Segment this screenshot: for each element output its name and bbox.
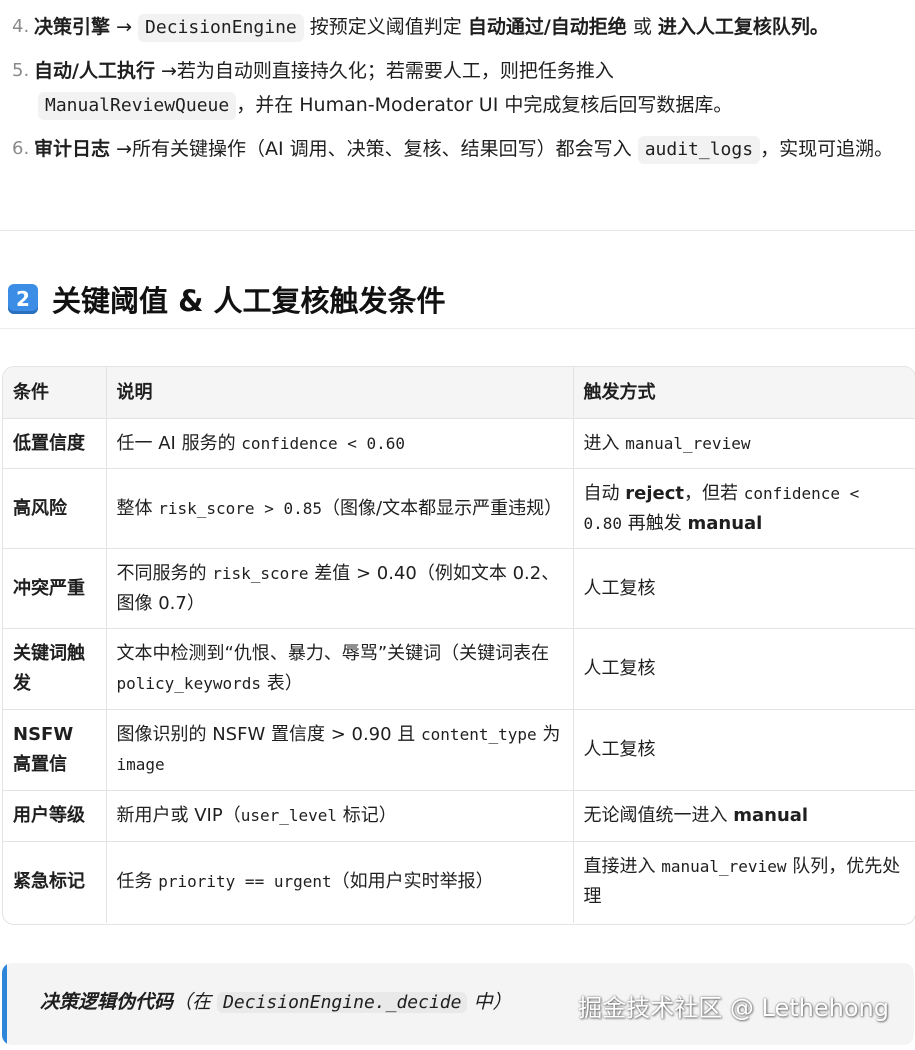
inline-code: risk_score > 0.85	[158, 498, 322, 518]
inline-code: ManualReviewQueue	[38, 92, 237, 120]
section-heading: 2 关键阈值 & 人工复核触发条件	[8, 278, 445, 320]
keycap-two-icon: 2	[8, 284, 38, 314]
cell-description: 任一 AI 服务的 confidence < 0.60	[106, 418, 574, 469]
step-text: 若为自动则直接持久化；若需要人工，则把任务推入	[176, 60, 614, 82]
cell-text: （如用户实时举报）	[331, 871, 494, 893]
step-bold: 进入人工复核队列。	[657, 16, 829, 38]
cell-text: 为	[536, 724, 561, 745]
cell-description: 整体 risk_score > 0.85（图像/文本都显示严重违规）	[106, 468, 574, 549]
cell-trigger: 直接进入 manual_review 队列，优先处理	[573, 842, 915, 923]
inline-code: image	[116, 755, 165, 774]
inline-code: DecisionEngine._decide	[217, 992, 468, 1013]
inline-code: policy_keywords	[116, 674, 262, 693]
column-header: 条件	[3, 367, 107, 419]
cell-text: 无论阈值统一进入	[583, 805, 734, 826]
section-title: 关键阈值 & 人工复核触发条件	[52, 284, 446, 318]
cell-text: 人工复核	[583, 658, 656, 679]
cell-condition: 冲突严重	[3, 548, 107, 629]
bold-text: reject	[625, 482, 684, 504]
callout-accent-bar	[2, 963, 7, 1045]
cell-text: 整体	[116, 497, 159, 519]
callout-bold: 决策逻辑伪代码	[40, 991, 174, 1013]
cell-text: 不同服务的	[116, 562, 213, 584]
inline-code: priority == urgent	[158, 872, 332, 892]
cell-text: 文本中检测到“仇恨、暴力、辱骂”关键词（关键词表在	[116, 643, 550, 664]
cell-condition: NSFW 高置信	[3, 709, 107, 791]
cell-text: 直接进入	[583, 856, 662, 878]
cell-text: 再触发	[622, 512, 688, 534]
cell-text: 任务	[116, 871, 159, 893]
arrow: →	[161, 60, 177, 82]
step-text: 按预定义阈值判定	[309, 16, 462, 38]
column-header: 说明	[106, 367, 574, 419]
inline-code: manual_review	[625, 433, 751, 453]
bold-text: manual	[687, 512, 763, 534]
cell-description: 新用户或 VIP（user_level 标记）	[106, 790, 574, 842]
threshold-table: 条件 说明 触发方式 低置信度 任一 AI 服务的 confidence < 0.…	[2, 366, 915, 925]
divider	[0, 328, 915, 329]
table-row: NSFW 高置信 图像识别的 NSFW 置信度 > 0.90 且 content_…	[3, 709, 915, 791]
inline-code: user_level	[240, 806, 338, 825]
step-title: 自动/人工执行	[34, 60, 155, 82]
table-row: 低置信度 任一 AI 服务的 confidence < 0.60 进入 manual…	[3, 418, 915, 469]
inline-code: manual_review	[661, 857, 787, 877]
step-text: 所有关键操作（AI 调用、决策、复核、结果回写）都会写入	[131, 138, 632, 160]
callout-text: 决策逻辑伪代码（在 DecisionEngine._decide 中）	[40, 985, 512, 1020]
step-title: 审计日志	[34, 138, 111, 160]
cell-text: （图像/文本都显示严重违规）	[322, 497, 563, 519]
step-text: ，并在 Human-Moderator UI 中完成复核后回写数据库。	[236, 94, 733, 116]
cell-text: 任一 AI 服务的	[116, 432, 242, 454]
step-text: ，实现可追溯。	[760, 138, 894, 160]
table-row: 紧急标记 任务 priority == urgent（如用户实时举报） 直接进入 m…	[3, 841, 915, 923]
cell-trigger: 人工复核	[573, 548, 915, 629]
cell-condition: 低置信度	[3, 418, 107, 469]
list-number: 5.	[12, 60, 30, 81]
cell-trigger: 无论阈值统一进入 manual	[573, 790, 915, 842]
cell-condition: 用户等级	[3, 790, 107, 842]
inline-code: risk_score	[212, 563, 309, 583]
inline-code: audit_logs	[637, 136, 761, 164]
callout-text-part: （在	[173, 991, 218, 1013]
inline-code: DecisionEngine	[138, 14, 304, 42]
cell-text: 新用户或 VIP（	[116, 805, 241, 826]
cell-condition: 关键词触发	[3, 628, 107, 710]
step-title: 决策引擎	[34, 16, 111, 38]
cell-trigger: 人工复核	[573, 628, 915, 710]
table-row: 关键词触发 文本中检测到“仇恨、暴力、辱骂”关键词（关键词表在 policy_ke…	[3, 628, 915, 710]
inline-code: confidence < 0.60	[241, 433, 406, 453]
cell-text: 自动	[583, 482, 626, 504]
divider	[0, 230, 915, 231]
table-row: 用户等级 新用户或 VIP（user_level 标记） 无论阈值统一进入 manu…	[3, 790, 915, 842]
arrow: →	[116, 16, 132, 38]
table-row: 高风险 整体 risk_score > 0.85（图像/文本都显示严重违规） 自动 …	[3, 468, 915, 549]
step-bold: 自动通过/自动拒绝	[467, 16, 627, 38]
cell-trigger: 自动 reject，但若 confidence < 0.80 再触发 manua…	[573, 468, 915, 549]
cell-description: 文本中检测到“仇恨、暴力、辱骂”关键词（关键词表在 policy_keyword…	[106, 628, 574, 710]
list-number: 4.	[12, 16, 30, 37]
cell-description: 图像识别的 NSFW 置信度 > 0.90 且 content_type 为 i…	[106, 709, 574, 791]
bold-text: manual	[733, 805, 809, 826]
cell-text: ，但若	[683, 482, 744, 504]
callout-text-part: 中）	[467, 991, 512, 1013]
cell-text: 进入	[583, 432, 626, 454]
watermark: 掘金技术社区 @ Lethehong	[578, 994, 889, 1022]
table-header-row: 条件 说明 触发方式	[3, 367, 915, 419]
list-number: 6.	[12, 138, 30, 159]
table-row: 冲突严重 不同服务的 risk_score 差值 > 0.40（例如文本 0.2、…	[3, 548, 915, 629]
cell-text: 人工复核	[583, 577, 656, 599]
cell-trigger: 进入 manual_review	[573, 418, 915, 469]
cell-description: 不同服务的 risk_score 差值 > 0.40（例如文本 0.2、图像 0…	[106, 548, 574, 629]
arrow: →	[116, 138, 132, 160]
cell-text: 表）	[261, 673, 303, 694]
cell-text: 图像识别的 NSFW 置信度 > 0.90 且	[116, 724, 422, 745]
step-text: 或	[632, 16, 652, 38]
cell-condition: 高风险	[3, 468, 107, 549]
cell-text: 标记）	[337, 805, 397, 826]
cell-condition: 紧急标记	[3, 841, 107, 923]
cell-text: 人工复核	[583, 739, 656, 760]
inline-code: content_type	[421, 725, 537, 744]
cell-trigger: 人工复核	[573, 709, 915, 791]
column-header: 触发方式	[573, 367, 915, 419]
cell-description: 任务 priority == urgent（如用户实时举报）	[106, 841, 574, 923]
